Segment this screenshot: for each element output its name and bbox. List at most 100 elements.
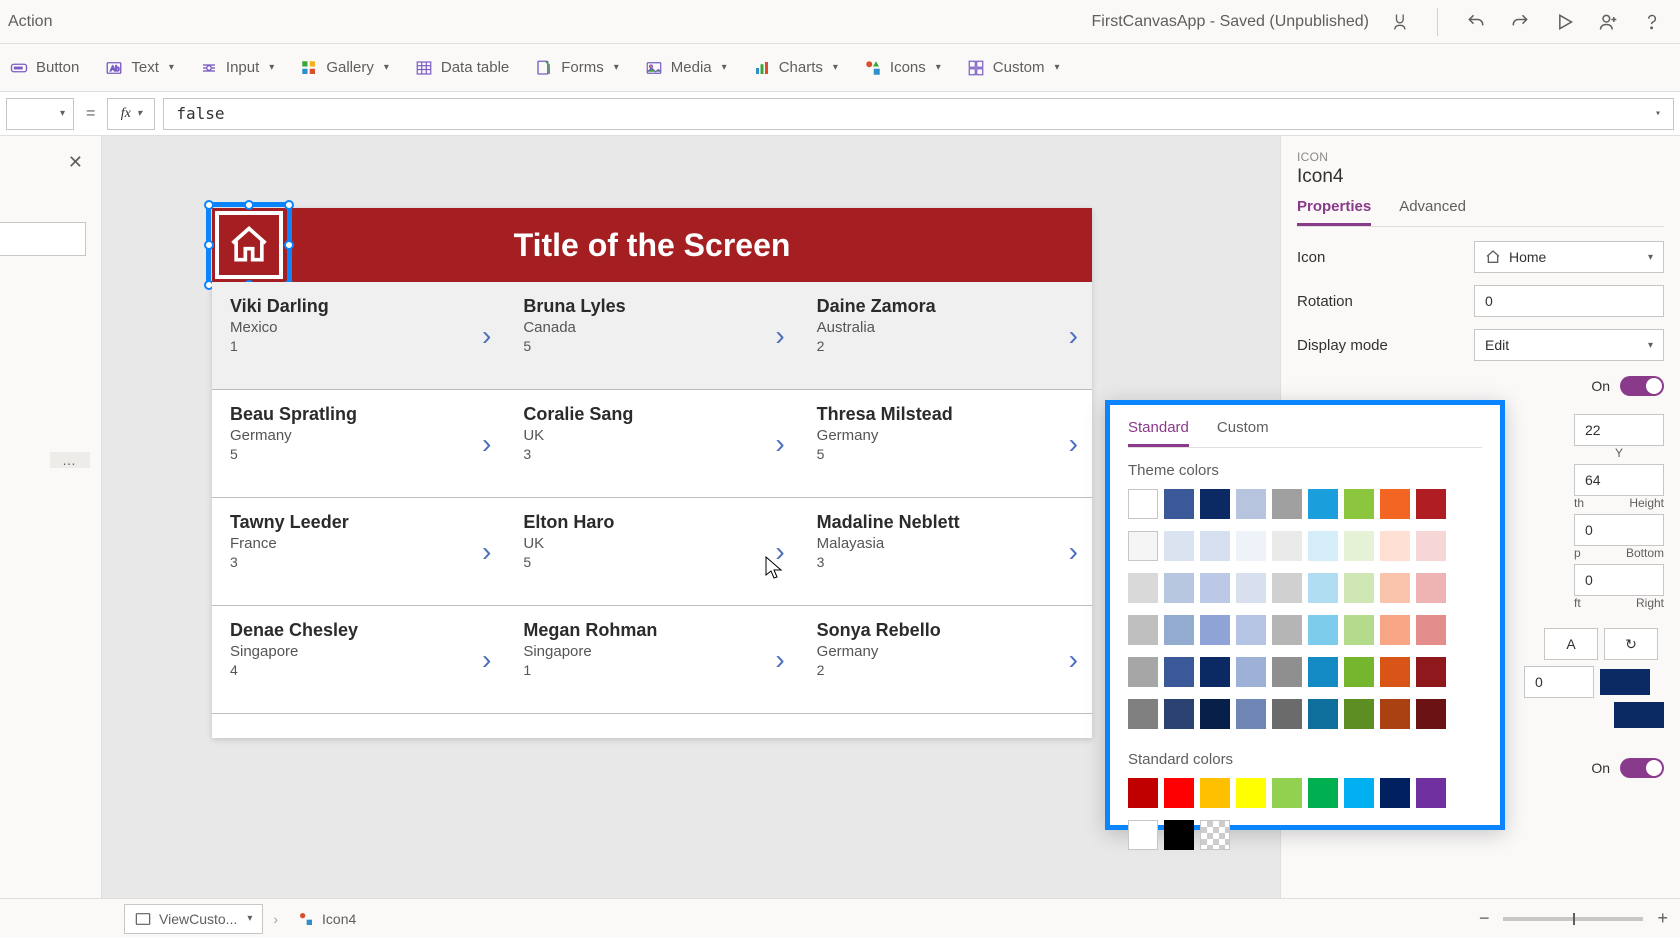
gallery-item[interactable]: Coralie SangUK3› bbox=[505, 390, 798, 498]
color-swatch[interactable] bbox=[1200, 573, 1230, 603]
gallery-item[interactable]: Beau SpratlingGermany5› bbox=[212, 390, 505, 498]
chevron-right-icon[interactable]: › bbox=[1069, 320, 1078, 352]
chevron-right-icon[interactable]: › bbox=[1069, 644, 1078, 676]
app-canvas[interactable]: Title of the Screen Viki DarlingMexico1›… bbox=[212, 208, 1092, 738]
color-swatch[interactable] bbox=[1236, 699, 1266, 729]
prop-bottom-input[interactable]: 0 bbox=[1574, 564, 1664, 596]
color-swatch[interactable] bbox=[1128, 657, 1158, 687]
zoom-slider[interactable] bbox=[1503, 917, 1643, 921]
tab-action[interactable]: Action bbox=[8, 13, 52, 31]
gallery-item[interactable]: Madaline NeblettMalayasia3› bbox=[799, 498, 1092, 606]
color-swatch[interactable] bbox=[1272, 531, 1302, 561]
color-swatch[interactable] bbox=[1272, 699, 1302, 729]
chevron-right-icon[interactable]: › bbox=[482, 428, 491, 460]
color-swatch[interactable] bbox=[1380, 489, 1410, 519]
tab-properties[interactable]: Properties bbox=[1297, 198, 1371, 226]
color-swatch[interactable] bbox=[1344, 615, 1374, 645]
color-swatch[interactable] bbox=[1200, 699, 1230, 729]
breadcrumb-control[interactable]: Icon4 bbox=[288, 904, 366, 934]
color-swatch[interactable] bbox=[1236, 531, 1266, 561]
color-swatch[interactable] bbox=[1236, 489, 1266, 519]
ribbon-text[interactable]: AbText▾ bbox=[105, 59, 174, 77]
colorpicker-tab-custom[interactable]: Custom bbox=[1217, 419, 1269, 447]
chevron-right-icon[interactable]: › bbox=[482, 320, 491, 352]
gallery-item[interactable]: Viki DarlingMexico1› bbox=[212, 282, 505, 390]
color-swatch[interactable] bbox=[1236, 778, 1266, 808]
prop-rotation-input[interactable]: 0 bbox=[1474, 285, 1664, 317]
chevron-right-icon[interactable]: › bbox=[775, 536, 784, 568]
color-swatch[interactable] bbox=[1272, 573, 1302, 603]
ribbon-gallery[interactable]: Gallery▾ bbox=[300, 59, 389, 77]
color-swatch[interactable] bbox=[1308, 657, 1338, 687]
color-swatch[interactable] bbox=[1200, 820, 1230, 850]
fx-button[interactable]: fx▾ bbox=[107, 98, 155, 130]
gallery-item[interactable]: Sonya RebelloGermany2› bbox=[799, 606, 1092, 714]
prop-x-input[interactable]: 22 bbox=[1574, 414, 1664, 446]
color-swatch[interactable] bbox=[1128, 531, 1158, 561]
color-swatch[interactable] bbox=[1344, 531, 1374, 561]
font-preview-A[interactable]: A bbox=[1544, 628, 1598, 660]
prop-y-input[interactable]: 64 bbox=[1574, 464, 1664, 496]
color-swatch[interactable] bbox=[1308, 615, 1338, 645]
chevron-right-icon[interactable]: › bbox=[482, 536, 491, 568]
color-swatch[interactable] bbox=[1272, 657, 1302, 687]
color-swatch[interactable] bbox=[1344, 699, 1374, 729]
color-swatch[interactable] bbox=[1380, 778, 1410, 808]
color-swatch[interactable] bbox=[1308, 531, 1338, 561]
color-swatch[interactable] bbox=[1164, 820, 1194, 850]
tree-search-input[interactable] bbox=[0, 222, 86, 256]
color-swatch[interactable] bbox=[1380, 615, 1410, 645]
breadcrumb-screen[interactable]: ViewCusto...▾ bbox=[124, 904, 263, 934]
zoom-in[interactable]: + bbox=[1657, 908, 1668, 929]
tab-advanced[interactable]: Advanced bbox=[1399, 198, 1466, 226]
prop-icon-dropdown[interactable]: Home ▾ bbox=[1474, 241, 1664, 273]
color-swatch[interactable] bbox=[1200, 489, 1230, 519]
chevron-right-icon[interactable]: › bbox=[1069, 536, 1078, 568]
prop-displaymode-dropdown[interactable]: Edit▾ bbox=[1474, 329, 1664, 361]
color-swatch[interactable] bbox=[1128, 699, 1158, 729]
color-swatch[interactable] bbox=[1236, 573, 1266, 603]
chevron-right-icon[interactable]: › bbox=[775, 644, 784, 676]
color-swatch[interactable] bbox=[1128, 573, 1158, 603]
color-swatch[interactable] bbox=[1272, 778, 1302, 808]
ribbon-media[interactable]: Media▾ bbox=[645, 59, 727, 77]
color-swatch[interactable] bbox=[1344, 489, 1374, 519]
play-icon[interactable] bbox=[1554, 12, 1574, 32]
color-swatch[interactable] bbox=[1416, 489, 1446, 519]
color-swatch[interactable] bbox=[1416, 531, 1446, 561]
prop-num-input[interactable]: 0 bbox=[1524, 666, 1594, 698]
formula-input[interactable]: false▾ bbox=[163, 98, 1674, 130]
color-swatch[interactable] bbox=[1164, 615, 1194, 645]
gallery-item[interactable]: Denae ChesleySingapore4› bbox=[212, 606, 505, 714]
selected-icon-bounding-box[interactable] bbox=[206, 202, 292, 288]
app-checker-icon[interactable] bbox=[1389, 12, 1409, 32]
chevron-right-icon[interactable]: › bbox=[775, 428, 784, 460]
chevron-right-icon[interactable]: › bbox=[1069, 428, 1078, 460]
prop-height-input[interactable]: 0 bbox=[1574, 514, 1664, 546]
gallery-item[interactable]: Tawny LeederFrance3› bbox=[212, 498, 505, 606]
color-swatch[interactable] bbox=[1380, 573, 1410, 603]
toggle-2[interactable] bbox=[1620, 758, 1664, 778]
ribbon-custom[interactable]: Custom▾ bbox=[967, 59, 1060, 77]
color-swatch[interactable] bbox=[1128, 778, 1158, 808]
close-icon[interactable]: ✕ bbox=[68, 152, 83, 173]
color-swatch[interactable] bbox=[1416, 615, 1446, 645]
color-swatch[interactable] bbox=[1200, 531, 1230, 561]
color-swatch-1[interactable] bbox=[1600, 669, 1650, 695]
colorpicker-tab-standard[interactable]: Standard bbox=[1128, 419, 1189, 447]
color-swatch[interactable] bbox=[1344, 573, 1374, 603]
toggle-visible[interactable] bbox=[1620, 376, 1664, 396]
property-dropdown[interactable]: ▾ bbox=[6, 98, 74, 130]
chevron-right-icon[interactable]: › bbox=[482, 644, 491, 676]
undo-icon[interactable] bbox=[1466, 12, 1486, 32]
redo-icon[interactable] bbox=[1510, 12, 1530, 32]
color-swatch[interactable] bbox=[1200, 778, 1230, 808]
color-swatch[interactable] bbox=[1344, 657, 1374, 687]
help-icon[interactable] bbox=[1642, 12, 1662, 32]
color-swatch[interactable] bbox=[1164, 657, 1194, 687]
gallery-item[interactable]: Megan RohmanSingapore1› bbox=[505, 606, 798, 714]
color-swatch-2[interactable] bbox=[1614, 702, 1664, 728]
color-swatch[interactable] bbox=[1308, 699, 1338, 729]
home-icon[interactable] bbox=[215, 211, 283, 279]
color-swatch[interactable] bbox=[1164, 489, 1194, 519]
